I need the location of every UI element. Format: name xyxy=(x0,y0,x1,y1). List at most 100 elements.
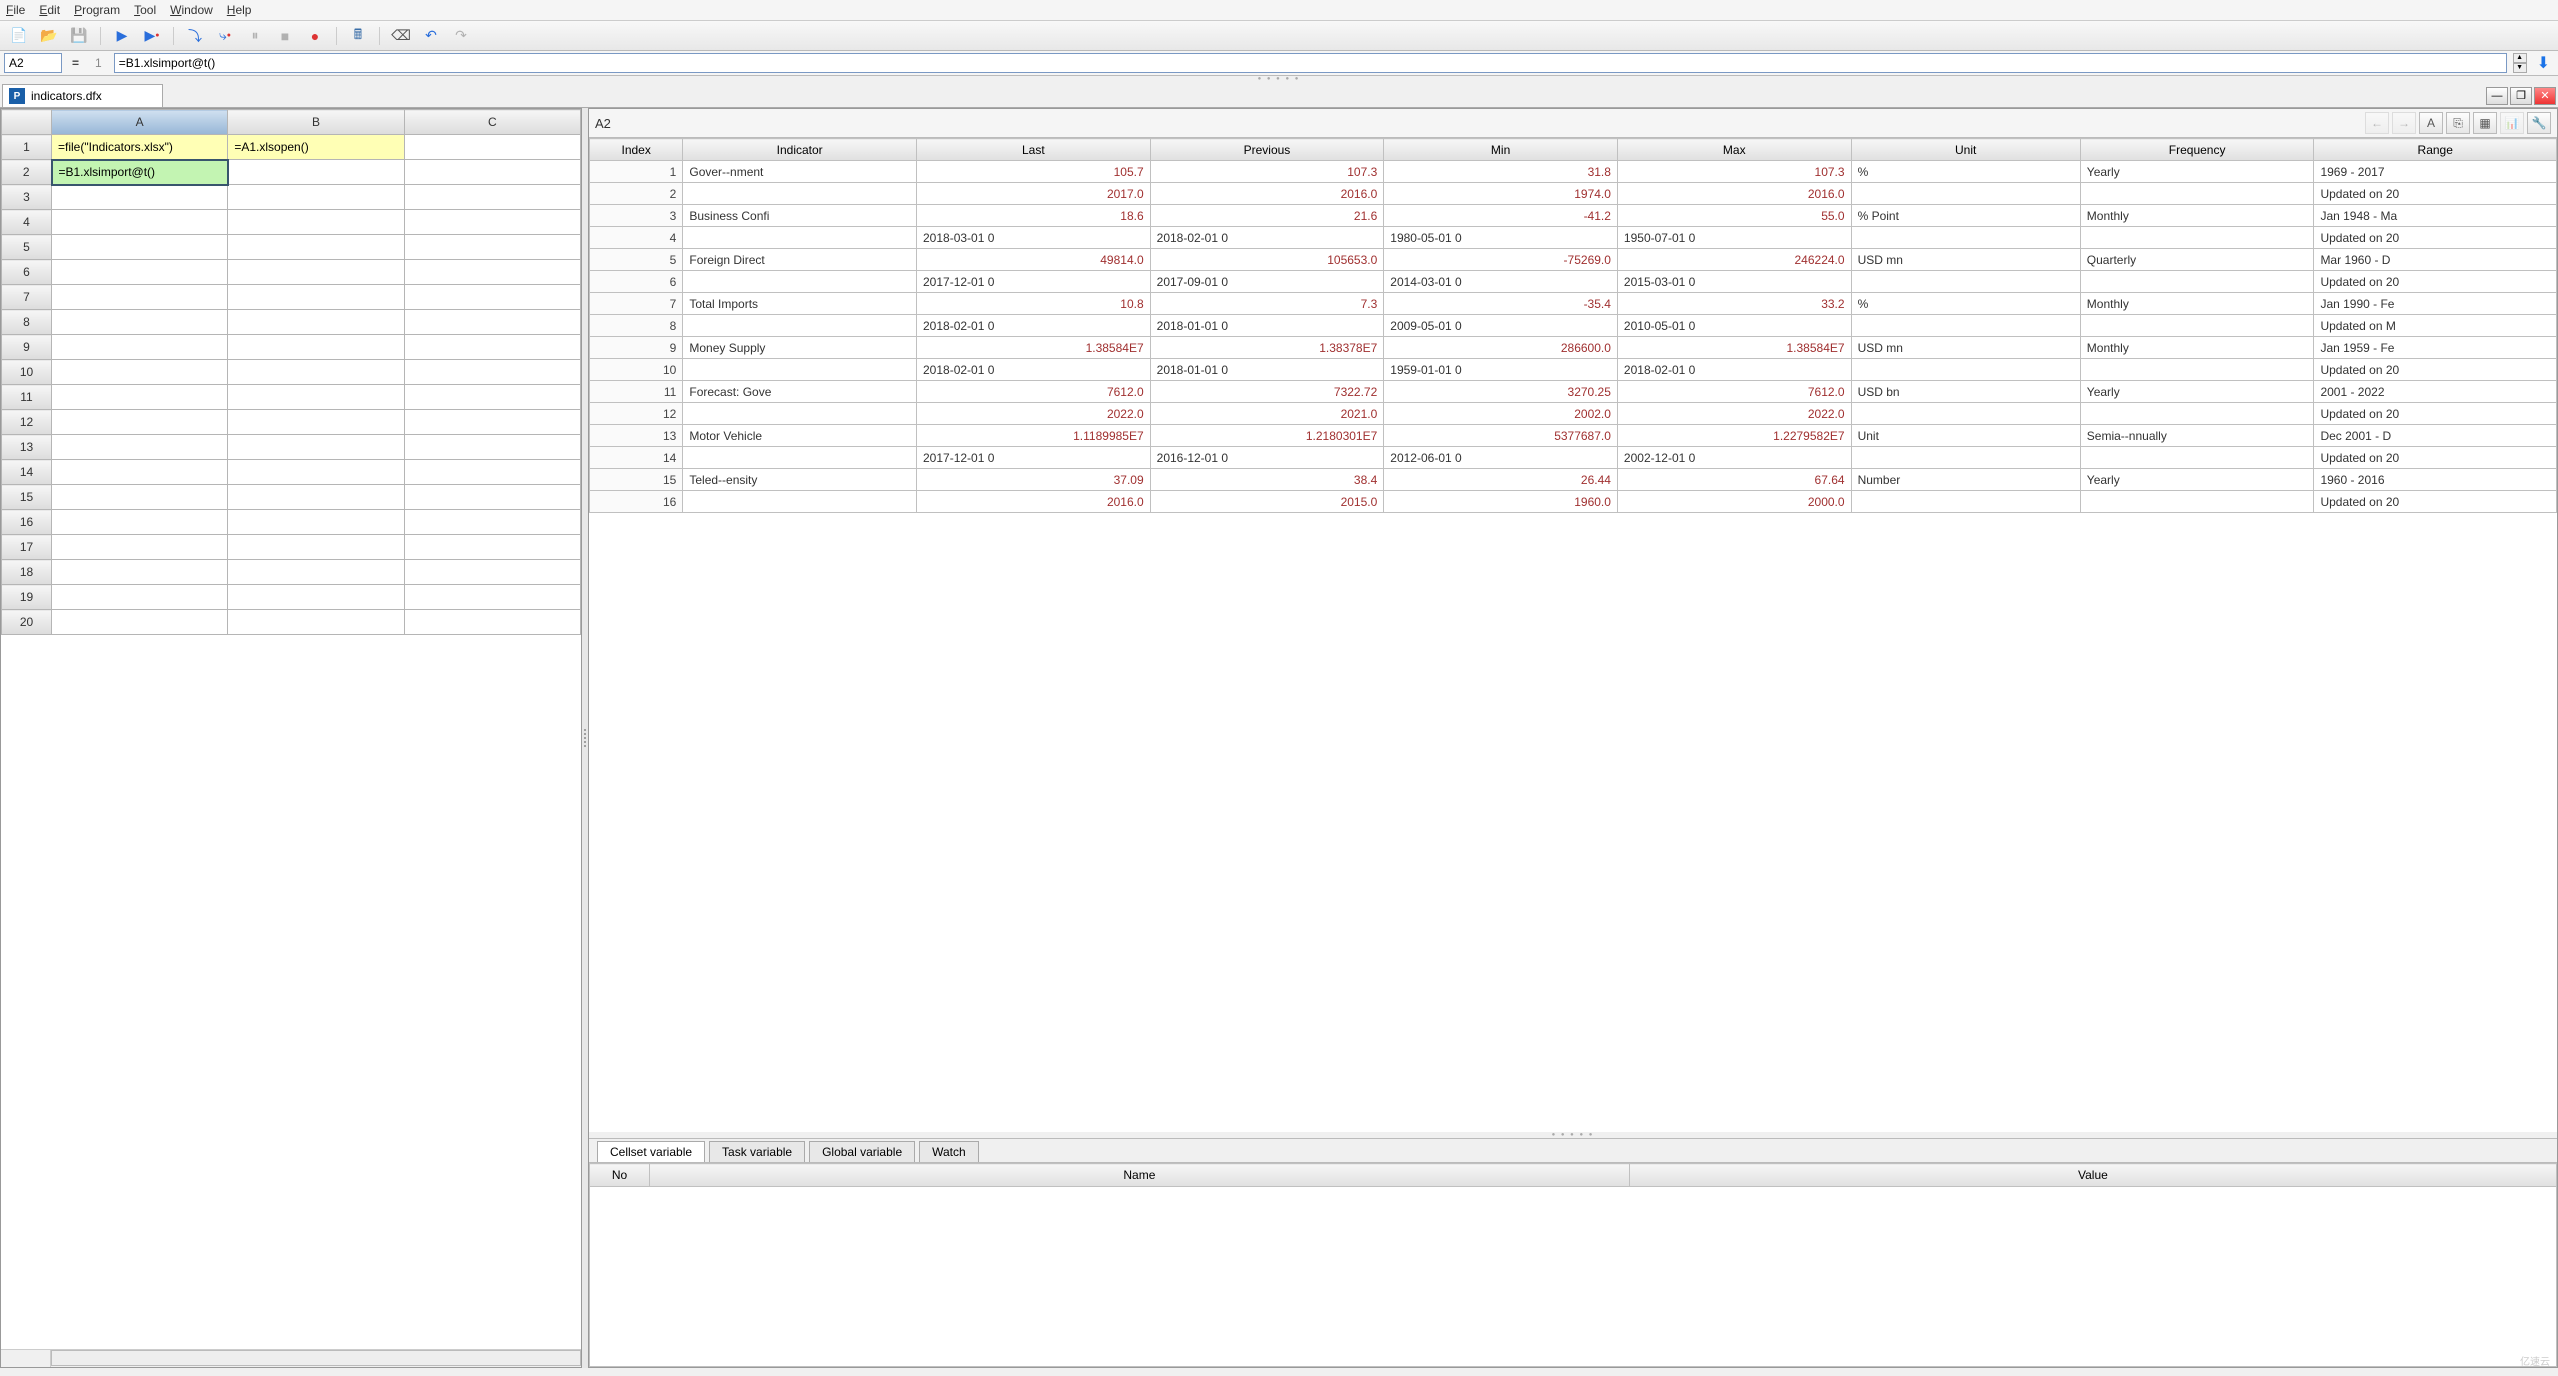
table-row[interactable]: 15Teled--ensity37.0938.426.4467.64Number… xyxy=(590,469,2557,491)
cell-A19[interactable] xyxy=(52,585,228,610)
data-header[interactable]: Frequency xyxy=(2080,139,2314,161)
row-header[interactable]: 11 xyxy=(2,385,52,410)
step-over-icon[interactable]: ⤵ xyxy=(184,25,206,47)
row-header[interactable]: 5 xyxy=(2,235,52,260)
cell-grid[interactable]: ABC1=file("Indicators.xlsx")=A1.xlsopen(… xyxy=(1,109,581,635)
table-row[interactable]: 11Forecast: Gove7612.07322.723270.257612… xyxy=(590,381,2557,403)
cell-B8[interactable] xyxy=(228,310,404,335)
cell-A5[interactable] xyxy=(52,235,228,260)
cell-B19[interactable] xyxy=(228,585,404,610)
grid-view-icon[interactable]: ▦ xyxy=(2473,112,2497,134)
table-row[interactable]: 62017-12-01 02017-09-01 02014-03-01 0201… xyxy=(590,271,2557,293)
menu-file[interactable]: File xyxy=(6,3,25,17)
cell-C10[interactable] xyxy=(404,360,580,385)
cell-C3[interactable] xyxy=(404,185,580,210)
redo-icon[interactable]: ↷ xyxy=(450,25,472,47)
row-header[interactable]: 8 xyxy=(2,310,52,335)
cell-C20[interactable] xyxy=(404,610,580,635)
copy-icon[interactable]: ⎘ xyxy=(2446,112,2470,134)
row-header[interactable]: 2 xyxy=(2,160,52,185)
data-header[interactable]: Previous xyxy=(1150,139,1384,161)
cell-A2[interactable]: =B1.xlsimport@t() xyxy=(52,160,228,185)
table-row[interactable]: 22017.02016.01974.02016.0Updated on 20 xyxy=(590,183,2557,205)
data-header[interactable]: Index xyxy=(590,139,683,161)
minimize-button[interactable]: — xyxy=(2486,87,2508,105)
data-header[interactable]: Max xyxy=(1617,139,1851,161)
settings-icon[interactable]: 🔧 xyxy=(2527,112,2551,134)
close-button[interactable]: ✕ xyxy=(2534,87,2556,105)
restore-button[interactable]: ❐ xyxy=(2510,87,2532,105)
cell-B9[interactable] xyxy=(228,335,404,360)
cell-A14[interactable] xyxy=(52,460,228,485)
cell-B16[interactable] xyxy=(228,510,404,535)
cell-C4[interactable] xyxy=(404,210,580,235)
nav-forward-icon[interactable]: → xyxy=(2392,112,2416,134)
stop-icon[interactable]: ■ xyxy=(274,25,296,47)
cell-A18[interactable] xyxy=(52,560,228,585)
cell-C13[interactable] xyxy=(404,435,580,460)
menu-tool[interactable]: Tool xyxy=(134,3,156,17)
cell-C19[interactable] xyxy=(404,585,580,610)
row-header[interactable]: 15 xyxy=(2,485,52,510)
var-tab[interactable]: Cellset variable xyxy=(597,1141,705,1162)
cell-B10[interactable] xyxy=(228,360,404,385)
run-icon[interactable]: ▶ xyxy=(111,25,133,47)
cell-C9[interactable] xyxy=(404,335,580,360)
data-header[interactable]: Range xyxy=(2314,139,2557,161)
cell-B20[interactable] xyxy=(228,610,404,635)
cell-B3[interactable] xyxy=(228,185,404,210)
cell-B12[interactable] xyxy=(228,410,404,435)
cell-A9[interactable] xyxy=(52,335,228,360)
cell-C15[interactable] xyxy=(404,485,580,510)
formula-input[interactable] xyxy=(114,53,2507,73)
cell-reference-input[interactable] xyxy=(4,53,62,73)
data-header[interactable]: Min xyxy=(1384,139,1618,161)
pause-icon[interactable]: ⏸ xyxy=(244,25,266,47)
cell-B14[interactable] xyxy=(228,460,404,485)
cell-B4[interactable] xyxy=(228,210,404,235)
cell-C14[interactable] xyxy=(404,460,580,485)
cell-A1[interactable]: =file("Indicators.xlsx") xyxy=(52,135,228,160)
var-tab[interactable]: Watch xyxy=(919,1141,979,1162)
cell-C2[interactable] xyxy=(404,160,580,185)
cell-C5[interactable] xyxy=(404,235,580,260)
table-row[interactable]: 7Total Imports10.87.3-35.433.2%MonthlyJa… xyxy=(590,293,2557,315)
row-header[interactable]: 17 xyxy=(2,535,52,560)
table-row[interactable]: 162016.02015.01960.02000.0Updated on 20 xyxy=(590,491,2557,513)
cell-A15[interactable] xyxy=(52,485,228,510)
col-header-A[interactable]: A xyxy=(52,110,228,135)
cell-C7[interactable] xyxy=(404,285,580,310)
horizontal-scrollbar[interactable] xyxy=(51,1350,581,1366)
cell-A8[interactable] xyxy=(52,310,228,335)
cell-B11[interactable] xyxy=(228,385,404,410)
table-row[interactable]: 142017-12-01 02016-12-01 02012-06-01 020… xyxy=(590,447,2557,469)
cell-B5[interactable] xyxy=(228,235,404,260)
cell-A10[interactable] xyxy=(52,360,228,385)
expand-formula-icon[interactable]: ⬇ xyxy=(2533,53,2554,73)
cell-B2[interactable] xyxy=(228,160,404,185)
format-icon[interactable]: A xyxy=(2419,112,2443,134)
table-row[interactable]: 1Gover--nment105.7107.331.8107.3%Yearly1… xyxy=(590,161,2557,183)
row-header[interactable]: 9 xyxy=(2,335,52,360)
data-header[interactable]: Last xyxy=(917,139,1151,161)
col-header-B[interactable]: B xyxy=(228,110,404,135)
save-icon[interactable]: 💾 xyxy=(68,25,90,47)
step-into-icon[interactable]: ⤷● xyxy=(214,25,236,47)
row-header[interactable]: 1 xyxy=(2,135,52,160)
table-row[interactable]: 3Business Confi18.621.6-41.255.0% PointM… xyxy=(590,205,2557,227)
row-header[interactable]: 6 xyxy=(2,260,52,285)
undo-icon[interactable]: ↶ xyxy=(420,25,442,47)
cell-C6[interactable] xyxy=(404,260,580,285)
cell-A12[interactable] xyxy=(52,410,228,435)
var-tab[interactable]: Global variable xyxy=(809,1141,915,1162)
cell-A7[interactable] xyxy=(52,285,228,310)
erase-icon[interactable]: ⌫ xyxy=(390,25,412,47)
row-header[interactable]: 18 xyxy=(2,560,52,585)
menu-program[interactable]: Program xyxy=(74,3,120,17)
col-header-C[interactable]: C xyxy=(404,110,580,135)
result-data-table[interactable]: IndexIndicatorLastPreviousMinMaxUnitFreq… xyxy=(589,138,2557,513)
nav-back-icon[interactable]: ← xyxy=(2365,112,2389,134)
cell-B17[interactable] xyxy=(228,535,404,560)
cell-A13[interactable] xyxy=(52,435,228,460)
table-row[interactable]: 42018-03-01 02018-02-01 01980-05-01 0195… xyxy=(590,227,2557,249)
